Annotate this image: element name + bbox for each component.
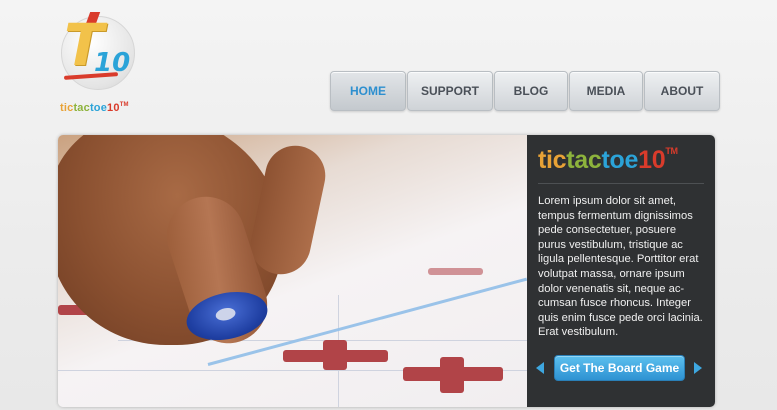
hand-placing-game-piece-image [58, 135, 527, 407]
divider [538, 183, 704, 184]
logo-word-tac: tac [73, 102, 90, 114]
main-nav: HOME SUPPORT BLOG MEDIA ABOUT [330, 71, 721, 111]
nav-support[interactable]: SUPPORT [407, 71, 493, 111]
logo-wordmark: tictactoe10TM [60, 102, 129, 114]
nav-home[interactable]: HOME [330, 71, 406, 111]
logo-trademark: TM [119, 102, 129, 108]
next-arrow-icon[interactable] [694, 362, 702, 374]
logo-word-ten: 10 [107, 102, 120, 114]
hero-title: tictactoe10TM [538, 146, 678, 175]
game-piece-hole [214, 306, 237, 323]
cta-row: Get The Board Game [527, 354, 715, 381]
hero-title-tac: tac [566, 146, 602, 174]
nav-blog[interactable]: BLOG [494, 71, 568, 111]
logo-word-toe: toe [89, 102, 108, 114]
logo-word-tic: tic [60, 102, 74, 114]
hero-description: Lorem ipsum dolor sit amet, tempus ferme… [538, 195, 703, 339]
hero-title-tic: tic [538, 146, 567, 174]
x-piece-blurred [428, 268, 483, 275]
previous-arrow-icon[interactable] [536, 362, 544, 374]
thumb [245, 140, 331, 280]
nav-media[interactable]: MEDIA [569, 71, 643, 111]
hero-info-panel: tictactoe10TM Lorem ipsum dolor sit amet… [527, 135, 715, 407]
site-logo[interactable]: T 10 tictactoe10TM [58, 10, 138, 118]
get-board-game-button[interactable]: Get The Board Game [554, 355, 685, 381]
hero-banner: tictactoe10TM Lorem ipsum dolor sit amet… [58, 135, 715, 407]
hero-trademark: TM [665, 146, 678, 156]
x-piece [440, 357, 464, 393]
nav-about[interactable]: ABOUT [644, 71, 720, 111]
hero-title-ten: 10 [638, 146, 666, 174]
x-piece [323, 340, 347, 370]
hero-title-toe: toe [601, 146, 639, 174]
